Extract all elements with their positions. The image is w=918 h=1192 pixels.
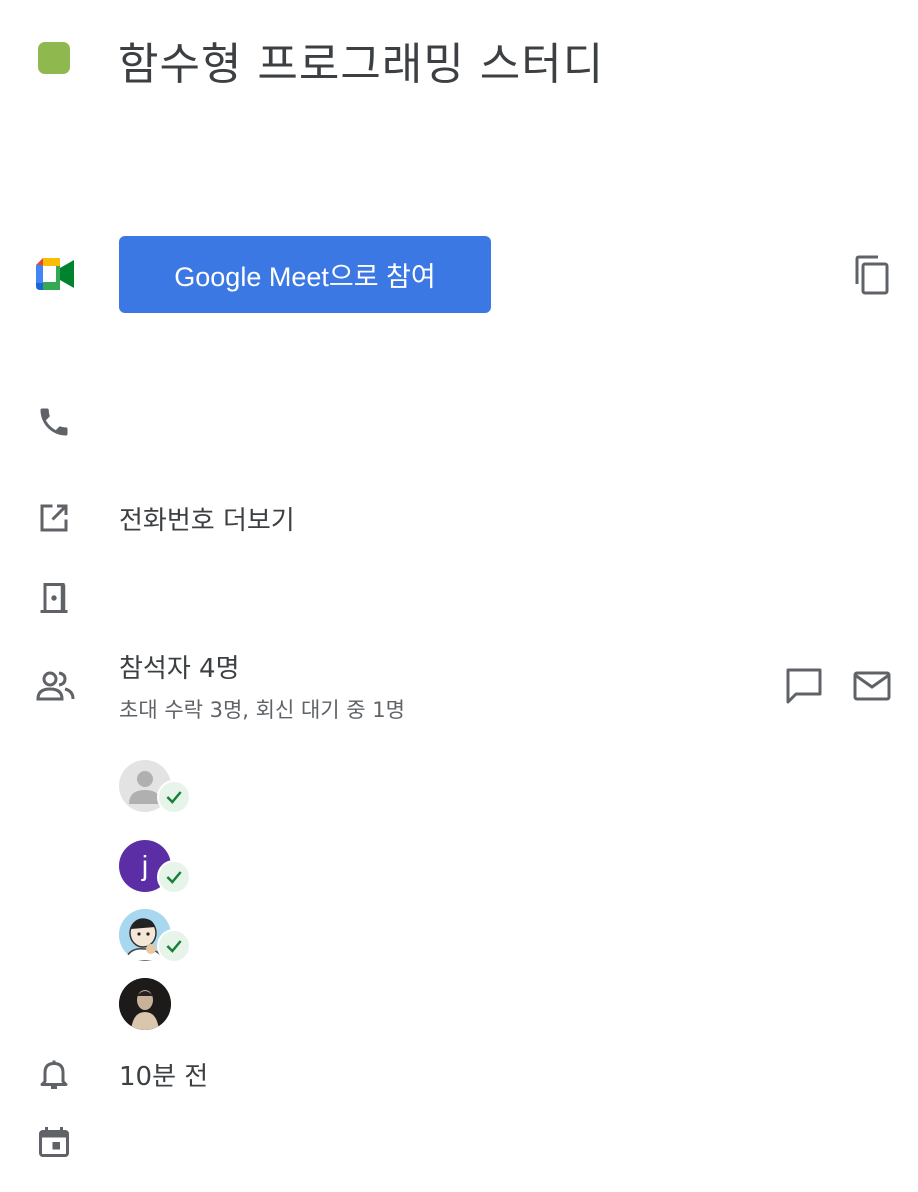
phone-icon[interactable] <box>36 404 72 440</box>
chat-icon[interactable] <box>784 666 824 710</box>
avatar-initial: j <box>141 850 149 881</box>
guest-item[interactable]: j <box>119 840 191 900</box>
google-meet-icon <box>34 256 76 296</box>
join-meet-button[interactable]: Google Meet으로 참여 <box>119 236 491 313</box>
guest-item[interactable] <box>119 909 191 969</box>
open-in-new-icon <box>36 500 72 536</box>
guest-item[interactable] <box>119 978 191 1038</box>
event-color-dot <box>38 42 70 74</box>
bell-icon <box>36 1056 72 1092</box>
check-icon <box>157 860 191 894</box>
mail-icon[interactable] <box>852 670 892 706</box>
people-icon <box>35 668 75 708</box>
copy-icon[interactable] <box>852 254 892 300</box>
event-title: 함수형 프로그래밍 스터디 <box>118 39 605 90</box>
guest-rsvp-summary: 초대 수락 3명, 회신 대기 중 1명 <box>119 698 405 722</box>
reminder-label[interactable]: 10분 전 <box>119 1056 208 1093</box>
calendar-icon <box>36 1124 72 1160</box>
door-icon <box>36 580 72 616</box>
guest-count: 참석자 4명 <box>119 654 240 684</box>
guest-item[interactable] <box>119 760 191 820</box>
join-meet-label: Google Meet으로 참여 <box>174 262 436 292</box>
check-icon <box>157 780 191 814</box>
check-icon <box>157 929 191 963</box>
avatar-photo <box>119 978 171 1030</box>
more-phone-numbers-link[interactable]: 전화번호 더보기 <box>119 500 295 537</box>
